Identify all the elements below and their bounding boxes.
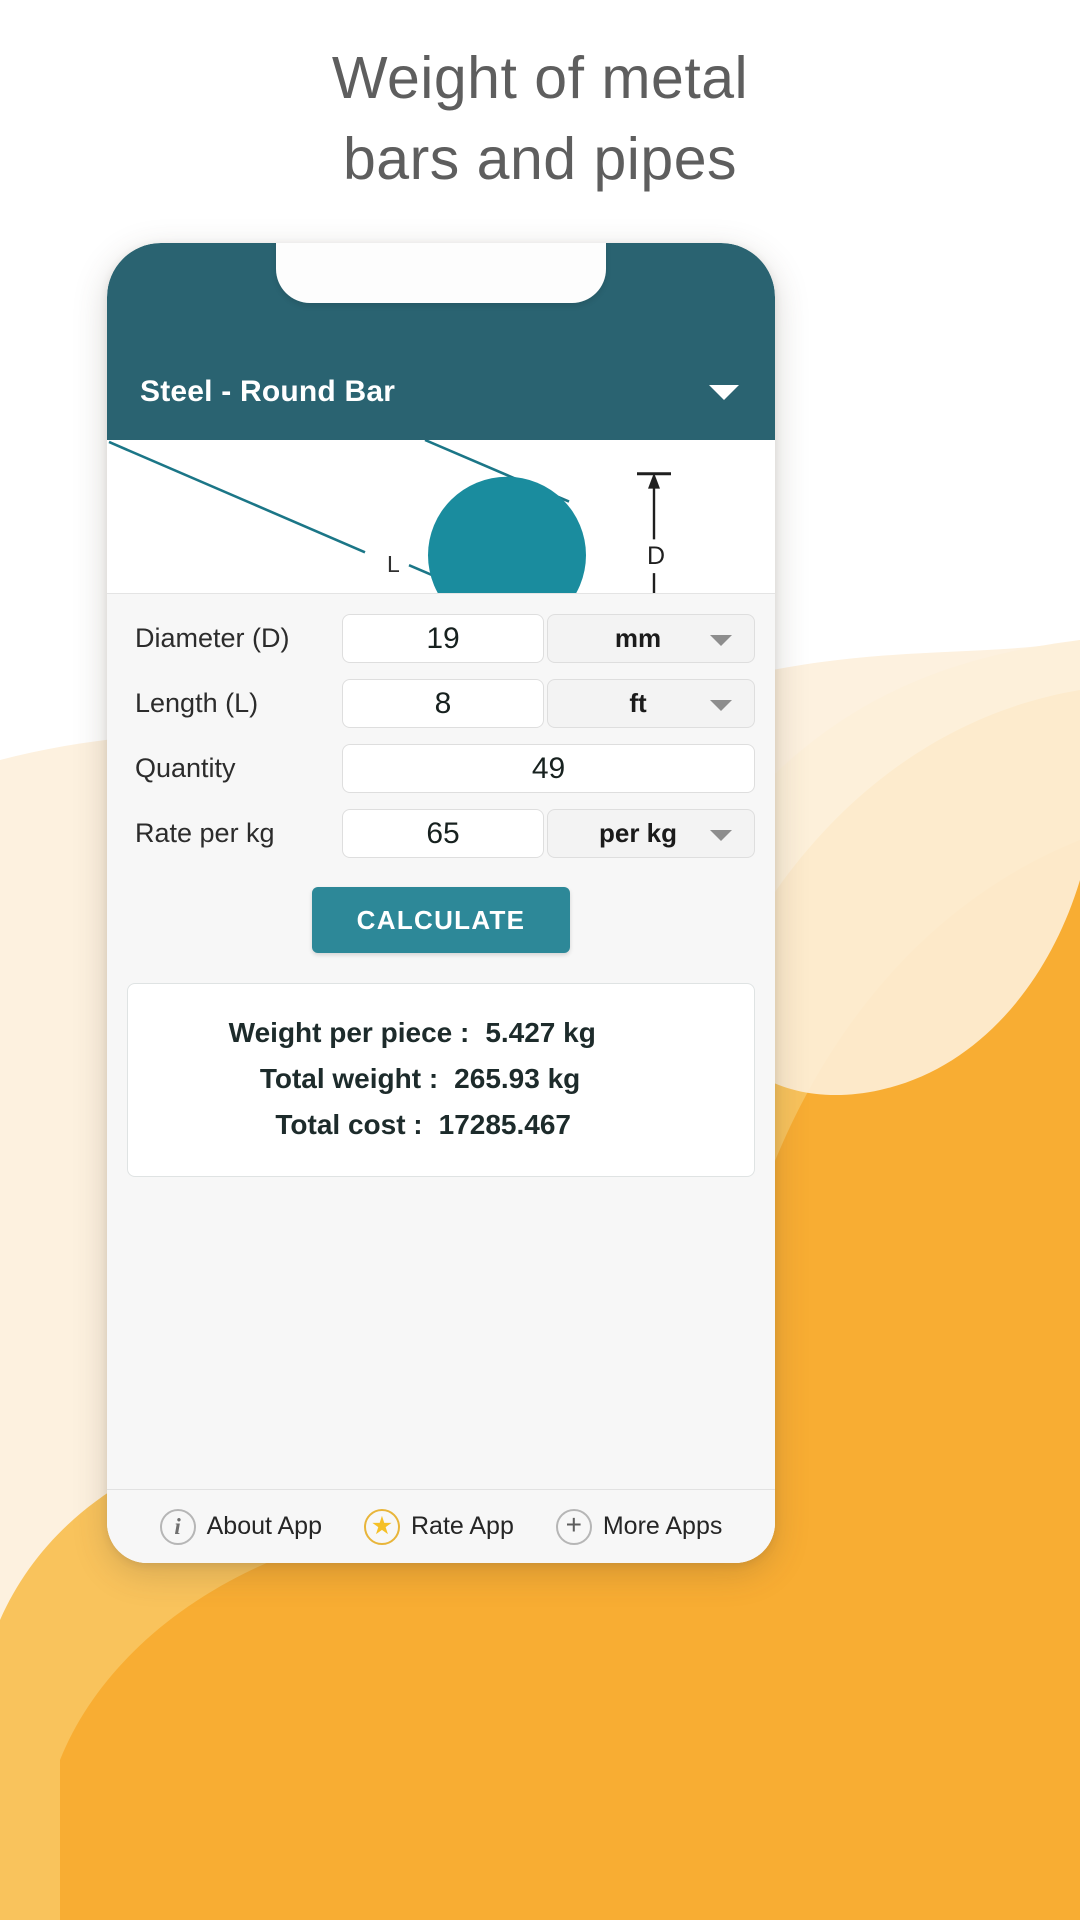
material-selector[interactable]: Steel - Round Bar (107, 344, 775, 440)
field-group-diameter: 19 mm (342, 614, 755, 663)
rate-unit-select[interactable]: per kg (547, 809, 755, 858)
result-label-weight-per-piece: Weight per piece : (228, 1017, 470, 1048)
nav-label-rate-app: Rate App (411, 1512, 514, 1540)
calculate-button[interactable]: CALCULATE (312, 887, 570, 953)
field-group-quantity: 49 (342, 744, 755, 793)
result-row-total-weight: Total weight : 265.93 kg (128, 1056, 754, 1102)
chevron-down-icon (710, 829, 732, 841)
diameter-input[interactable]: 19 (342, 614, 544, 663)
result-row-total-cost: Total cost : 17285.467 (128, 1102, 754, 1148)
length-label: L (387, 551, 400, 577)
diameter-unit-select[interactable]: mm (547, 614, 755, 663)
rate-unit-label: per kg (598, 818, 678, 848)
form-row-diameter: Diameter (D) 19 mm (127, 610, 755, 667)
length-unit-label: ft (629, 688, 647, 718)
result-label-total-cost: Total cost : (275, 1109, 423, 1140)
headline-line-1: Weight of metal (331, 45, 749, 111)
form-row-quantity: Quantity 49 (127, 740, 755, 797)
diameter-unit-label: mm (614, 623, 662, 653)
result-label-total-weight: Total weight : (259, 1063, 439, 1094)
nav-label-about-app: About App (206, 1512, 322, 1540)
label-length: Length (L) (135, 688, 259, 718)
phone-screen: Steel - Round Bar L D Diameter (D) 19 mm… (107, 243, 775, 1563)
chevron-down-icon[interactable] (709, 384, 739, 400)
label-quantity: Quantity (135, 753, 236, 783)
plus-icon: + (555, 1508, 592, 1545)
calculate-button-wrap: CALCULATE (127, 887, 755, 953)
field-group-rate: 65 per kg (342, 809, 755, 858)
chevron-down-icon (710, 699, 732, 711)
page-title: Weight of metal bars and pipes (0, 38, 1080, 201)
app-title: Steel - Round Bar (140, 375, 396, 408)
field-group-length: 8 ft (342, 679, 755, 728)
form-row-rate: Rate per kg 65 per kg (127, 805, 755, 862)
info-icon: i (159, 1508, 196, 1545)
nav-label-more-apps: More Apps (602, 1512, 723, 1540)
label-diameter: Diameter (D) (135, 623, 290, 653)
result-row-weight-per-piece: Weight per piece : 5.427 kg (128, 1010, 754, 1056)
result-value-weight-per-piece: 5.427 kg (485, 1017, 596, 1048)
round-bar-illustration: L D (108, 440, 674, 593)
bar-diagram: L D (107, 440, 775, 594)
nav-item-more-apps[interactable]: + More Apps (555, 1508, 723, 1545)
length-unit-select[interactable]: ft (547, 679, 755, 728)
nav-item-rate-app[interactable]: ★ Rate App (364, 1508, 514, 1545)
length-input[interactable]: 8 (342, 679, 544, 728)
diameter-label: D (647, 542, 665, 570)
results-card: Weight per piece : 5.427 kg Total weight… (127, 983, 755, 1177)
label-rate: Rate per kg (135, 818, 275, 848)
bottom-navigation: i About App ★ Rate App + More Apps (107, 1489, 775, 1563)
calculator-form: Diameter (D) 19 mm Length (L) 8 ft Quant… (107, 594, 775, 1489)
phone-notch (276, 243, 606, 303)
headline-line-2: bars and pipes (342, 126, 738, 193)
phone-mockup: Steel - Round Bar L D Diameter (D) 19 mm… (107, 243, 775, 1563)
form-row-length: Length (L) 8 ft (127, 675, 755, 732)
result-value-total-weight: 265.93 kg (454, 1063, 581, 1094)
app-header: Steel - Round Bar (107, 243, 775, 440)
chevron-down-icon (710, 634, 732, 646)
nav-item-about-app[interactable]: i About App (159, 1508, 322, 1545)
rate-input[interactable]: 65 (342, 809, 544, 858)
result-value-total-cost: 17285.467 (438, 1109, 571, 1140)
quantity-input[interactable]: 49 (342, 744, 755, 793)
star-icon: ★ (364, 1508, 400, 1545)
